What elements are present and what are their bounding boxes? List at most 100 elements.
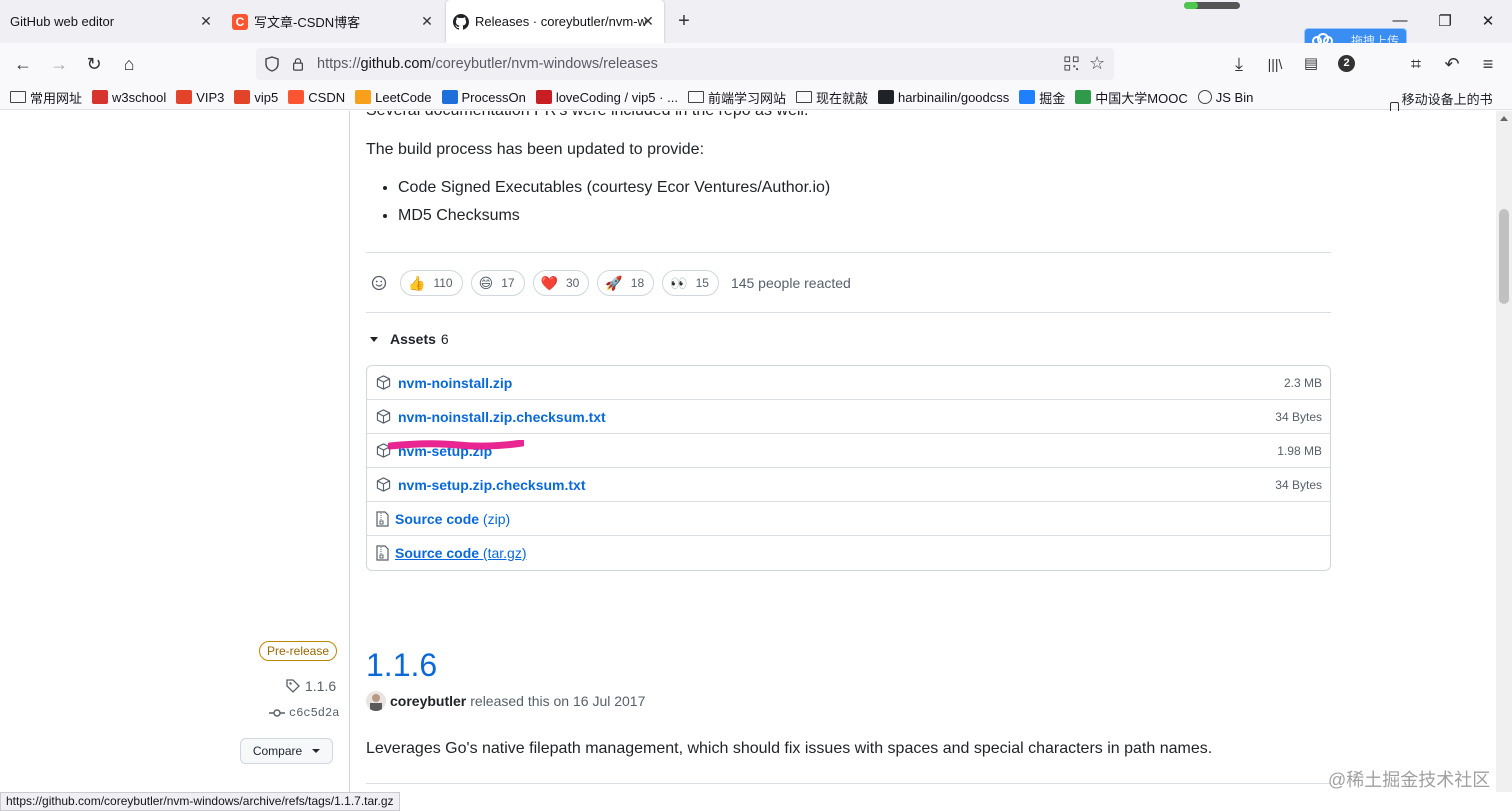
asset-link[interactable]: nvm-noinstall.zip.checksum.txt bbox=[398, 409, 606, 425]
bookmark-item[interactable]: loveCoding / vip5 · ... bbox=[535, 90, 678, 105]
bookmark-star-icon[interactable]: ☆ bbox=[1089, 53, 1105, 74]
asset-link[interactable]: nvm-noinstall.zip bbox=[398, 375, 512, 391]
folder-icon bbox=[687, 91, 704, 103]
release-version-link[interactable]: 1.1.6 bbox=[366, 647, 437, 684]
bookmark-item[interactable]: ProcessOn bbox=[441, 89, 526, 105]
bookmark-item[interactable]: harbinailin/goodcss bbox=[877, 90, 1009, 105]
url-text[interactable]: https://github.com/coreybutler/nvm-windo… bbox=[317, 56, 658, 72]
bookmark-label: 现在就敲 bbox=[815, 90, 868, 106]
bookmark-label: 常用网址 bbox=[30, 90, 83, 106]
bookmark-item[interactable]: vip5 bbox=[234, 90, 278, 105]
bookmarks-bar: 常用网址 w3school VIP3 vip5 CSDN LeetCode ProcessO… bbox=[0, 85, 1512, 110]
heart-icon: ❤️ bbox=[540, 274, 558, 291]
source-code-targz-link[interactable]: Source code (tar.gz) bbox=[395, 545, 527, 561]
scrollbar-thumb[interactable] bbox=[1499, 209, 1509, 304]
reaction-smile[interactable]: 😄 17 bbox=[470, 270, 525, 296]
csdn-icon bbox=[288, 90, 305, 104]
reload-icon[interactable]: ↻ bbox=[83, 53, 105, 75]
sidebar-divider bbox=[349, 111, 350, 792]
bookmark-item[interactable]: 常用网址 bbox=[10, 88, 82, 107]
juejin-icon bbox=[1019, 90, 1036, 104]
tab-github-web-editor[interactable]: GitHub web editor ✕ bbox=[0, 0, 222, 43]
triangle-down-icon bbox=[370, 336, 378, 342]
close-icon[interactable]: ✕ bbox=[198, 13, 214, 29]
tag-link[interactable]: 1.1.6 bbox=[285, 678, 336, 694]
tab-csdn[interactable]: C 写文章-CSDN博客 ✕ bbox=[225, 0, 443, 43]
sidebar-icon[interactable]: ▤ bbox=[1300, 53, 1322, 75]
bookmark-item[interactable]: CSDN bbox=[288, 90, 345, 105]
home-icon[interactable]: ⌂ bbox=[118, 53, 140, 75]
list-item: Code Signed Executables (courtesy Ecor V… bbox=[398, 179, 830, 197]
bookmark-item[interactable]: 现在就敲 bbox=[795, 88, 868, 107]
reaction-count: 30 bbox=[565, 276, 580, 290]
package-icon bbox=[376, 477, 391, 492]
bookmark-item[interactable]: w3school bbox=[92, 90, 166, 105]
qr-code-icon[interactable] bbox=[1064, 56, 1079, 71]
crop-icon[interactable]: ⌗ bbox=[1405, 53, 1427, 75]
link-status-bar: https://github.com/coreybutler/nvm-windo… bbox=[0, 792, 400, 811]
divider bbox=[366, 312, 1331, 313]
library-icon[interactable]: |||\ bbox=[1264, 53, 1286, 75]
address-bar[interactable]: https://github.com/coreybutler/nvm-windo… bbox=[256, 48, 1114, 80]
caret-down-icon bbox=[312, 749, 321, 753]
bookmark-item[interactable]: JS Bin bbox=[1197, 90, 1253, 105]
author-link[interactable]: coreybutler bbox=[390, 693, 466, 709]
menu-icon[interactable]: ≡ bbox=[1477, 53, 1499, 75]
bookmark-item[interactable]: 中国大学MOOC bbox=[1075, 88, 1188, 107]
extension-badge[interactable]: 2 bbox=[1338, 55, 1355, 72]
release-date-text: released this on 16 Jul 2017 bbox=[470, 693, 646, 709]
w3school-icon bbox=[92, 90, 109, 104]
asset-size: 34 Bytes bbox=[1275, 410, 1322, 424]
lock-icon[interactable] bbox=[291, 56, 305, 72]
scroll-up-arrow-icon[interactable] bbox=[1500, 116, 1508, 121]
asset-link[interactable]: nvm-setup.zip.checksum.txt bbox=[398, 477, 586, 493]
bookmark-label: 掘金 bbox=[1039, 90, 1066, 106]
close-icon[interactable]: ✕ bbox=[640, 13, 656, 29]
tab-title: 写文章-CSDN博客 bbox=[254, 15, 361, 30]
bookmark-item[interactable]: VIP3 bbox=[176, 90, 224, 105]
bookmark-label: ProcessOn bbox=[461, 89, 526, 105]
pre-release-badge: Pre-release bbox=[259, 641, 338, 661]
commit-link[interactable]: c6c5d2a bbox=[269, 705, 339, 721]
reaction-count: 18 bbox=[630, 276, 645, 290]
maximize-button[interactable]: ❐ bbox=[1435, 12, 1455, 30]
gitlab-icon bbox=[234, 90, 251, 104]
file-zip-icon bbox=[376, 545, 389, 561]
close-window-button[interactable]: ✕ bbox=[1478, 12, 1498, 30]
bookmark-label: VIP3 bbox=[196, 89, 225, 105]
undo-icon[interactable]: ↶ bbox=[1441, 53, 1463, 75]
shield-icon[interactable] bbox=[264, 56, 280, 72]
bookmark-item[interactable]: 掘金 bbox=[1019, 88, 1065, 107]
back-icon[interactable]: ← bbox=[12, 53, 34, 75]
avatar[interactable] bbox=[366, 691, 386, 711]
commit-sha: c6c5d2a bbox=[289, 706, 340, 720]
bookmark-item[interactable]: 前端学习网站 bbox=[687, 88, 786, 107]
bookmark-label: 中国大学MOOC bbox=[1095, 90, 1188, 106]
new-tab-button[interactable]: + bbox=[674, 11, 694, 31]
compare-button[interactable]: Compare bbox=[240, 738, 333, 764]
reaction-eyes[interactable]: 👀 15 bbox=[662, 270, 719, 296]
minimize-button[interactable]: — bbox=[1390, 12, 1410, 29]
bookmark-item[interactable]: LeetCode bbox=[355, 89, 432, 105]
vertical-scrollbar[interactable] bbox=[1496, 111, 1512, 792]
add-reaction-button[interactable] bbox=[366, 270, 392, 296]
reaction-heart[interactable]: ❤️ 30 bbox=[532, 270, 590, 296]
mooc-icon bbox=[1075, 90, 1092, 104]
assets-toggle[interactable]: Assets 6 bbox=[366, 331, 449, 347]
tab-title: Releases · coreybutler/nvm-w bbox=[475, 14, 647, 29]
leetcode-icon bbox=[355, 90, 372, 104]
reaction-thumbs-up[interactable]: 👍 110 bbox=[400, 270, 463, 296]
bookmark-label: 前端学习网站 bbox=[707, 90, 786, 106]
source-code-zip-link[interactable]: Source code (zip) bbox=[395, 511, 510, 527]
forward-icon[interactable]: → bbox=[48, 53, 70, 75]
reaction-rocket[interactable]: 🚀 18 bbox=[597, 270, 655, 296]
assets-count: 6 bbox=[440, 331, 449, 347]
tab-releases[interactable]: Releases · coreybutler/nvm-w ✕ bbox=[446, 0, 664, 43]
bookmark-label: LeetCode bbox=[375, 89, 432, 105]
divider bbox=[366, 783, 1331, 784]
rocket-icon: 🚀 bbox=[605, 274, 623, 291]
close-icon[interactable]: ✕ bbox=[419, 13, 435, 29]
download-icon[interactable]: ⤓ bbox=[1228, 53, 1250, 75]
asset-row: nvm-noinstall.zip.checksum.txt 34 Bytes bbox=[367, 400, 1330, 434]
package-icon bbox=[376, 375, 391, 390]
